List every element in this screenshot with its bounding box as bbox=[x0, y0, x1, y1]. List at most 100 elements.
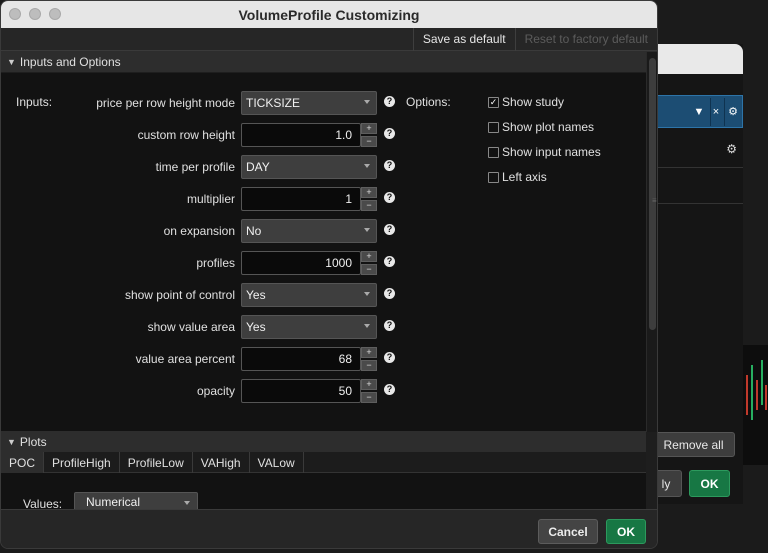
options-label: Options: bbox=[406, 95, 451, 109]
increment-button[interactable]: + bbox=[361, 251, 377, 262]
option-label: Show plot names bbox=[502, 120, 595, 134]
help-icon[interactable]: ? bbox=[384, 256, 395, 267]
option-left-axis[interactable]: Left axis bbox=[488, 169, 547, 185]
input-label: value area percent bbox=[135, 352, 235, 366]
help-icon[interactable]: ? bbox=[384, 352, 395, 363]
gear-icon[interactable]: ⚙ bbox=[726, 105, 740, 118]
dropdown-arrow-icon bbox=[184, 501, 190, 505]
plots-panel: Values: Numerical bbox=[1, 473, 646, 512]
select-value: TICKSIZE bbox=[246, 96, 301, 110]
dialog-footer: Cancel OK bbox=[1, 509, 657, 548]
chevron-down-icon[interactable]: ▼ bbox=[692, 106, 706, 118]
tab-profilehigh[interactable]: ProfileHigh bbox=[44, 452, 120, 473]
select-value: No bbox=[246, 224, 262, 238]
increment-button[interactable]: + bbox=[361, 379, 377, 390]
checkbox[interactable] bbox=[488, 171, 499, 183]
decrement-button[interactable]: − bbox=[361, 136, 377, 147]
close-icon[interactable]: × bbox=[709, 106, 723, 118]
background-selected-study-row[interactable]: ▼ × ⚙ bbox=[655, 95, 743, 128]
profiles-stepper[interactable]: + − bbox=[361, 251, 377, 275]
inputs-panel: Inputs: Options: price per row height mo… bbox=[1, 73, 646, 431]
input-label: show value area bbox=[147, 320, 235, 334]
select-value: DAY bbox=[246, 160, 270, 174]
background-study-row[interactable]: ⚙ bbox=[655, 132, 743, 168]
input-row: value area percent 68 + − ? bbox=[1, 347, 401, 371]
gear-icon[interactable]: ⚙ bbox=[726, 142, 737, 156]
title-bar[interactable]: VolumeProfile Customizing bbox=[1, 1, 657, 28]
ok-button[interactable]: OK bbox=[606, 519, 646, 544]
toolbar: Save as default Reset to factory default bbox=[1, 27, 657, 51]
minimize-window-button[interactable] bbox=[29, 8, 41, 20]
checkbox[interactable] bbox=[488, 121, 499, 133]
custom-row-height-stepper[interactable]: + − bbox=[361, 123, 377, 147]
close-window-button[interactable] bbox=[9, 8, 21, 20]
decrement-button[interactable]: − bbox=[361, 200, 377, 211]
save-as-default-button[interactable]: Save as default bbox=[412, 27, 515, 51]
help-icon[interactable]: ? bbox=[384, 224, 395, 235]
remove-all-button[interactable]: Remove all bbox=[652, 432, 735, 457]
reset-to-factory-default-button[interactable]: Reset to factory default bbox=[514, 27, 657, 51]
time-per-profile-select[interactable]: DAY bbox=[241, 155, 377, 179]
help-icon[interactable]: ? bbox=[384, 128, 395, 139]
option-show-study[interactable]: ✓ Show study bbox=[488, 94, 564, 110]
input-row: price per row height mode TICKSIZE ? bbox=[1, 91, 401, 115]
decrement-button[interactable]: − bbox=[361, 264, 377, 275]
price-per-row-height-mode-select[interactable]: TICKSIZE bbox=[241, 91, 377, 115]
chevron-down-icon: ▼ bbox=[7, 436, 16, 447]
dropdown-arrow-icon bbox=[364, 164, 370, 168]
decrement-button[interactable]: − bbox=[361, 360, 377, 371]
plots-section-header[interactable]: ▼ Plots bbox=[1, 431, 646, 452]
help-icon[interactable]: ? bbox=[384, 384, 395, 395]
inputs-scrollbar[interactable]: ≡ bbox=[646, 52, 657, 432]
show-point-of-control-select[interactable]: Yes bbox=[241, 283, 377, 307]
inputs-section-header[interactable]: ▼ Inputs and Options bbox=[1, 51, 657, 72]
option-show-input-names[interactable]: Show input names bbox=[488, 144, 601, 160]
divider bbox=[724, 98, 725, 126]
help-icon[interactable]: ? bbox=[384, 288, 395, 299]
option-show-plot-names[interactable]: Show plot names bbox=[488, 119, 594, 135]
dropdown-arrow-icon bbox=[364, 324, 370, 328]
tab-valow[interactable]: VALow bbox=[250, 452, 304, 473]
input-label: opacity bbox=[196, 384, 235, 398]
custom-row-height-field[interactable]: 1.0 bbox=[241, 123, 361, 147]
checkbox[interactable]: ✓ bbox=[488, 96, 499, 108]
help-icon[interactable]: ? bbox=[384, 192, 395, 203]
opacity-stepper[interactable]: + − bbox=[361, 379, 377, 403]
opacity-field[interactable]: 50 bbox=[241, 379, 361, 403]
input-row: time per profile DAY ? bbox=[1, 155, 401, 179]
profiles-field[interactable]: 1000 bbox=[241, 251, 361, 275]
increment-button[interactable]: + bbox=[361, 187, 377, 198]
input-label: show point of control bbox=[124, 288, 235, 302]
background-window-header bbox=[655, 44, 743, 74]
on-expansion-select[interactable]: No bbox=[241, 219, 377, 243]
input-label: price per row height mode bbox=[96, 96, 235, 110]
background-ok-button[interactable]: OK bbox=[689, 470, 730, 497]
input-row: multiplier 1 + − ? bbox=[1, 187, 401, 211]
input-row: custom row height 1.0 + − ? bbox=[1, 123, 401, 147]
grip-icon: ≡ bbox=[652, 196, 657, 205]
increment-button[interactable]: + bbox=[361, 123, 377, 134]
tab-poc[interactable]: POC bbox=[1, 452, 45, 473]
select-value: Yes bbox=[246, 288, 266, 302]
help-icon[interactable]: ? bbox=[384, 96, 395, 107]
input-row: on expansion No ? bbox=[1, 219, 401, 243]
zoom-window-button[interactable] bbox=[49, 8, 61, 20]
multiplier-stepper[interactable]: + − bbox=[361, 187, 377, 211]
value-area-percent-stepper[interactable]: + − bbox=[361, 347, 377, 371]
decrement-button[interactable]: − bbox=[361, 392, 377, 403]
background-study-row[interactable] bbox=[655, 168, 743, 204]
increment-button[interactable]: + bbox=[361, 347, 377, 358]
tab-vahigh[interactable]: VAHigh bbox=[193, 452, 250, 473]
multiplier-field[interactable]: 1 bbox=[241, 187, 361, 211]
option-label: Show input names bbox=[502, 145, 601, 159]
help-icon[interactable]: ? bbox=[384, 320, 395, 331]
cancel-button[interactable]: Cancel bbox=[538, 519, 598, 544]
select-value: Numerical bbox=[86, 495, 141, 509]
select-value: Yes bbox=[246, 320, 266, 334]
value-area-percent-field[interactable]: 68 bbox=[241, 347, 361, 371]
tab-profilelow[interactable]: ProfileLow bbox=[120, 452, 193, 473]
show-value-area-select[interactable]: Yes bbox=[241, 315, 377, 339]
checkbox[interactable] bbox=[488, 146, 499, 158]
help-icon[interactable]: ? bbox=[384, 160, 395, 171]
scrollbar-thumb[interactable]: ≡ bbox=[649, 58, 657, 330]
